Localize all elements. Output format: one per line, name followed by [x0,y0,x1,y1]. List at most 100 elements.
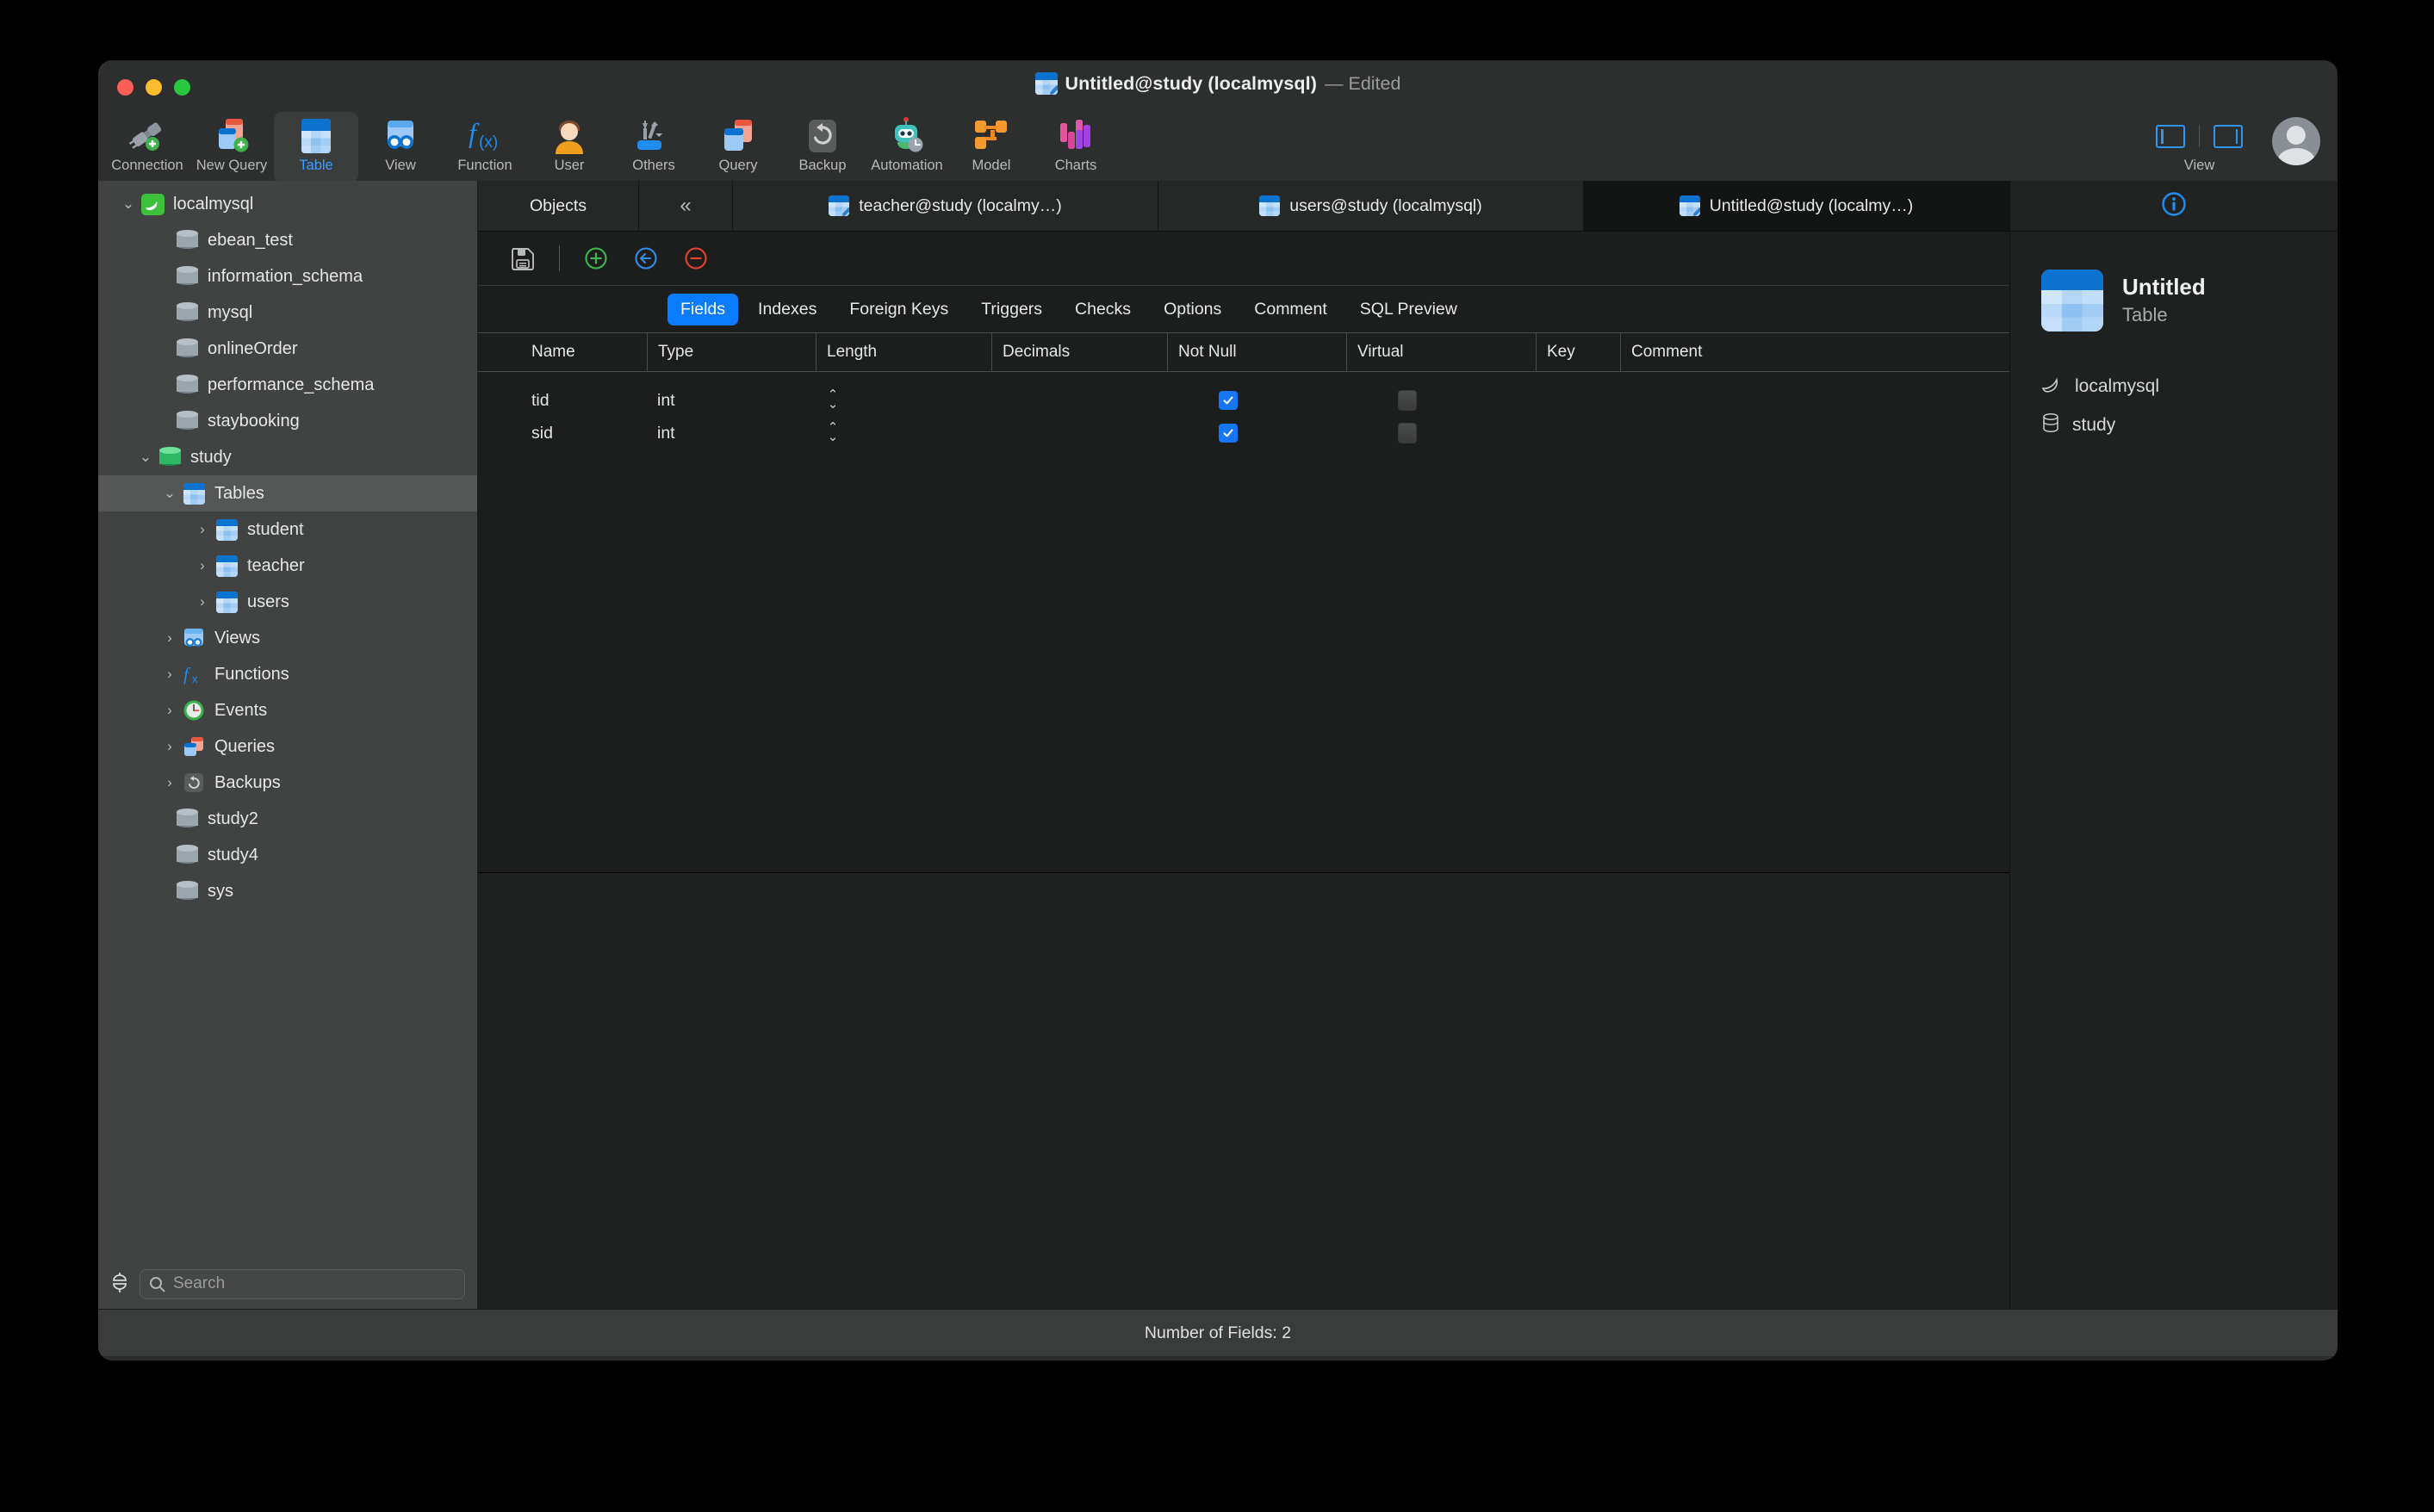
table-row[interactable]: tid int ⌃ ⌄ [478,384,2009,417]
toolbar-button-new-query[interactable]: New Query [189,112,274,183]
chevron-right-icon[interactable]: › [158,702,181,719]
column-header-virtual[interactable]: Virtual [1346,333,1536,371]
cell-not-null[interactable] [1167,384,1346,417]
subtab-fields[interactable]: Fields [667,293,739,325]
tab-users-study[interactable]: users@study (localmysql) [1158,181,1584,231]
tree-item-backups[interactable]: › Backups [98,765,477,801]
cell-not-null[interactable] [1167,417,1346,449]
cell-name[interactable]: tid [478,384,647,417]
cell-comment[interactable] [1620,384,2009,417]
tree-item-study2[interactable]: › study2 [98,801,477,837]
tree-item-information_schema[interactable]: › information_schema [98,258,477,294]
chevron-right-icon[interactable]: › [191,557,214,574]
toolbar-button-user[interactable]: User [527,112,612,183]
subtab-foreign-keys[interactable]: Foreign Keys [836,294,961,325]
info-circle-icon[interactable] [2161,191,2187,221]
chevron-right-icon[interactable]: › [158,774,181,791]
subtab-options[interactable]: Options [1151,294,1234,325]
cell-length[interactable]: ⌃ ⌄ [816,384,991,417]
chevron-right-icon[interactable]: › [191,593,214,610]
length-stepper[interactable]: ⌃ ⌄ [826,388,840,412]
tree-item-teacher[interactable]: › teacher [98,548,477,584]
tree-item-ebean_test[interactable]: › ebean_test [98,222,477,258]
cell-length[interactable]: ⌃ ⌄ [816,417,991,449]
subtab-indexes[interactable]: Indexes [745,294,829,325]
toolbar-button-backup[interactable]: Backup [780,112,865,183]
column-header-name[interactable]: Name [478,333,647,371]
toolbar-button-model[interactable]: Model [949,112,1034,183]
cell-type[interactable]: int [647,384,816,417]
subtab-checks[interactable]: Checks [1062,294,1144,325]
toolbar-button-automation[interactable]: Automation [865,112,949,183]
cell-name[interactable]: sid [478,417,647,449]
chevron-down-icon[interactable]: ⌄ [117,195,140,213]
tree-item-tables[interactable]: ⌄ Tables [98,475,477,511]
cell-virtual[interactable] [1346,417,1536,449]
chevron-right-icon[interactable]: › [158,629,181,647]
column-header-key[interactable]: Key [1536,333,1620,371]
column-header-not-null[interactable]: Not Null [1167,333,1346,371]
tree-item-events[interactable]: › Events [98,692,477,728]
tree-item-views[interactable]: › Views [98,620,477,656]
column-header-type[interactable]: Type [647,333,816,371]
tree-item-queries[interactable]: › Queries [98,728,477,765]
tree-item-study[interactable]: ⌄ study [98,439,477,475]
tree-item-study4[interactable]: › study4 [98,837,477,873]
collapse-sidebar-button[interactable]: « [639,181,733,231]
tree-item-performance_schema[interactable]: › performance_schema [98,367,477,403]
toolbar-button-view[interactable]: View [358,112,443,183]
column-header-comment[interactable]: Comment [1620,333,2009,371]
tree-item-staybooking[interactable]: › staybooking [98,403,477,439]
tree-item-localmysql[interactable]: ⌄ localmysql [98,186,477,222]
not-null-checkbox[interactable] [1219,391,1238,410]
subtab-comment[interactable]: Comment [1241,294,1340,325]
tab-untitled-study[interactable]: Untitled@study (localmy…) [1584,181,2009,231]
user-avatar-icon[interactable] [2272,117,2320,165]
chevron-right-icon[interactable]: › [158,738,181,755]
toolbar-button-query[interactable]: Query [696,112,780,183]
chevron-right-icon[interactable]: › [158,666,181,683]
tab-objects[interactable]: Objects [478,181,639,231]
plug-icon[interactable] [110,1272,129,1296]
delete-field-minus-icon[interactable] [682,245,710,272]
subtab-triggers[interactable]: Triggers [968,294,1055,325]
search-input[interactable]: Search [140,1268,465,1299]
chevron-down-icon[interactable]: ⌄ [134,449,157,466]
add-field-plus-icon[interactable] [582,245,610,272]
cell-key[interactable] [1536,417,1620,449]
toolbar-button-table[interactable]: Table [274,112,358,183]
toggle-right-pane-icon[interactable] [2214,124,2243,148]
tree-item-functions[interactable]: › f x Functions [98,656,477,692]
virtual-checkbox[interactable] [1398,390,1417,411]
cell-virtual[interactable] [1346,384,1536,417]
toolbar-button-connection[interactable]: Connection [105,112,189,183]
column-header-decimals[interactable]: Decimals [991,333,1167,371]
tree-item-mysql[interactable]: › mysql [98,294,477,331]
chevron-down-icon[interactable]: ⌄ [158,485,181,502]
tree-item-onlineOrder[interactable]: › onlineOrder [98,331,477,367]
subtab-sql-preview[interactable]: SQL Preview [1347,294,1470,325]
chevron-right-icon[interactable]: › [191,521,214,538]
cell-type[interactable]: int [647,417,816,449]
virtual-checkbox[interactable] [1398,423,1417,443]
user-icon [552,115,587,157]
length-stepper[interactable]: ⌃ ⌄ [826,421,840,444]
floppy-save-icon[interactable] [509,245,537,272]
cell-key[interactable] [1536,384,1620,417]
connection-tree[interactable]: ⌄ localmysql › ebean_test › [98,181,477,1259]
toolbar-button-function[interactable]: f (x) Function [443,112,527,183]
toggle-left-pane-icon[interactable] [2156,124,2185,148]
tree-item-sys[interactable]: › sys [98,873,477,909]
toolbar-button-others[interactable]: Others [612,112,696,183]
tab-teacher-study[interactable]: teacher@study (localmy…) [733,181,1158,231]
cell-decimals[interactable] [991,417,1167,449]
tree-item-users[interactable]: › users [98,584,477,620]
not-null-checkbox[interactable] [1219,424,1238,443]
tree-item-student[interactable]: › student [98,511,477,548]
cell-comment[interactable] [1620,417,2009,449]
toolbar-button-charts[interactable]: Charts [1034,112,1118,183]
insert-field-arrow-icon[interactable] [632,245,660,272]
column-header-length[interactable]: Length [816,333,991,371]
cell-decimals[interactable] [991,384,1167,417]
table-row[interactable]: sid int ⌃ ⌄ [478,417,2009,449]
